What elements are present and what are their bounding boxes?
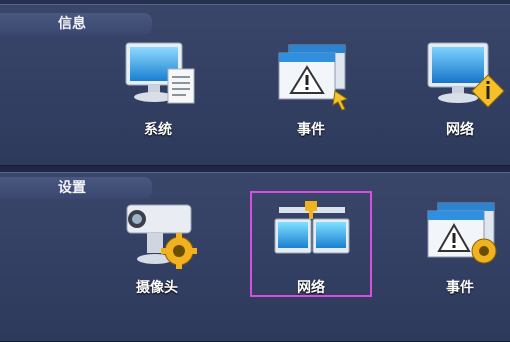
selection-highlight: [250, 191, 372, 297]
info-panel: 信息 系统 事件 网络: [0, 4, 510, 166]
warning-window-gear-icon: [427, 202, 497, 264]
info-item-system-label: 系统: [144, 122, 172, 138]
monitor-document-icon: [125, 42, 195, 104]
warning-window-icon: [278, 44, 349, 111]
section-title-settings: 设置: [0, 177, 152, 199]
info-item-event[interactable]: 事件: [256, 39, 366, 149]
settings-item-camera-label: 摄像头: [136, 280, 178, 296]
info-item-system[interactable]: 系统: [103, 39, 213, 149]
settings-item-camera[interactable]: 摄像头: [102, 197, 212, 307]
info-item-network[interactable]: 网络: [405, 39, 510, 149]
settings-item-event[interactable]: 事件: [405, 197, 510, 307]
monitor-info-icon: [427, 42, 505, 108]
info-item-network-label: 网络: [446, 122, 474, 138]
info-item-event-label: 事件: [297, 122, 325, 138]
menu-screen: 信息 系统 事件 网络 设置 摄像头 网络 事件: [0, 0, 510, 342]
camera-gear-icon: [126, 204, 197, 269]
section-title-info: 信息: [0, 13, 152, 35]
settings-item-event-label: 事件: [446, 280, 474, 296]
